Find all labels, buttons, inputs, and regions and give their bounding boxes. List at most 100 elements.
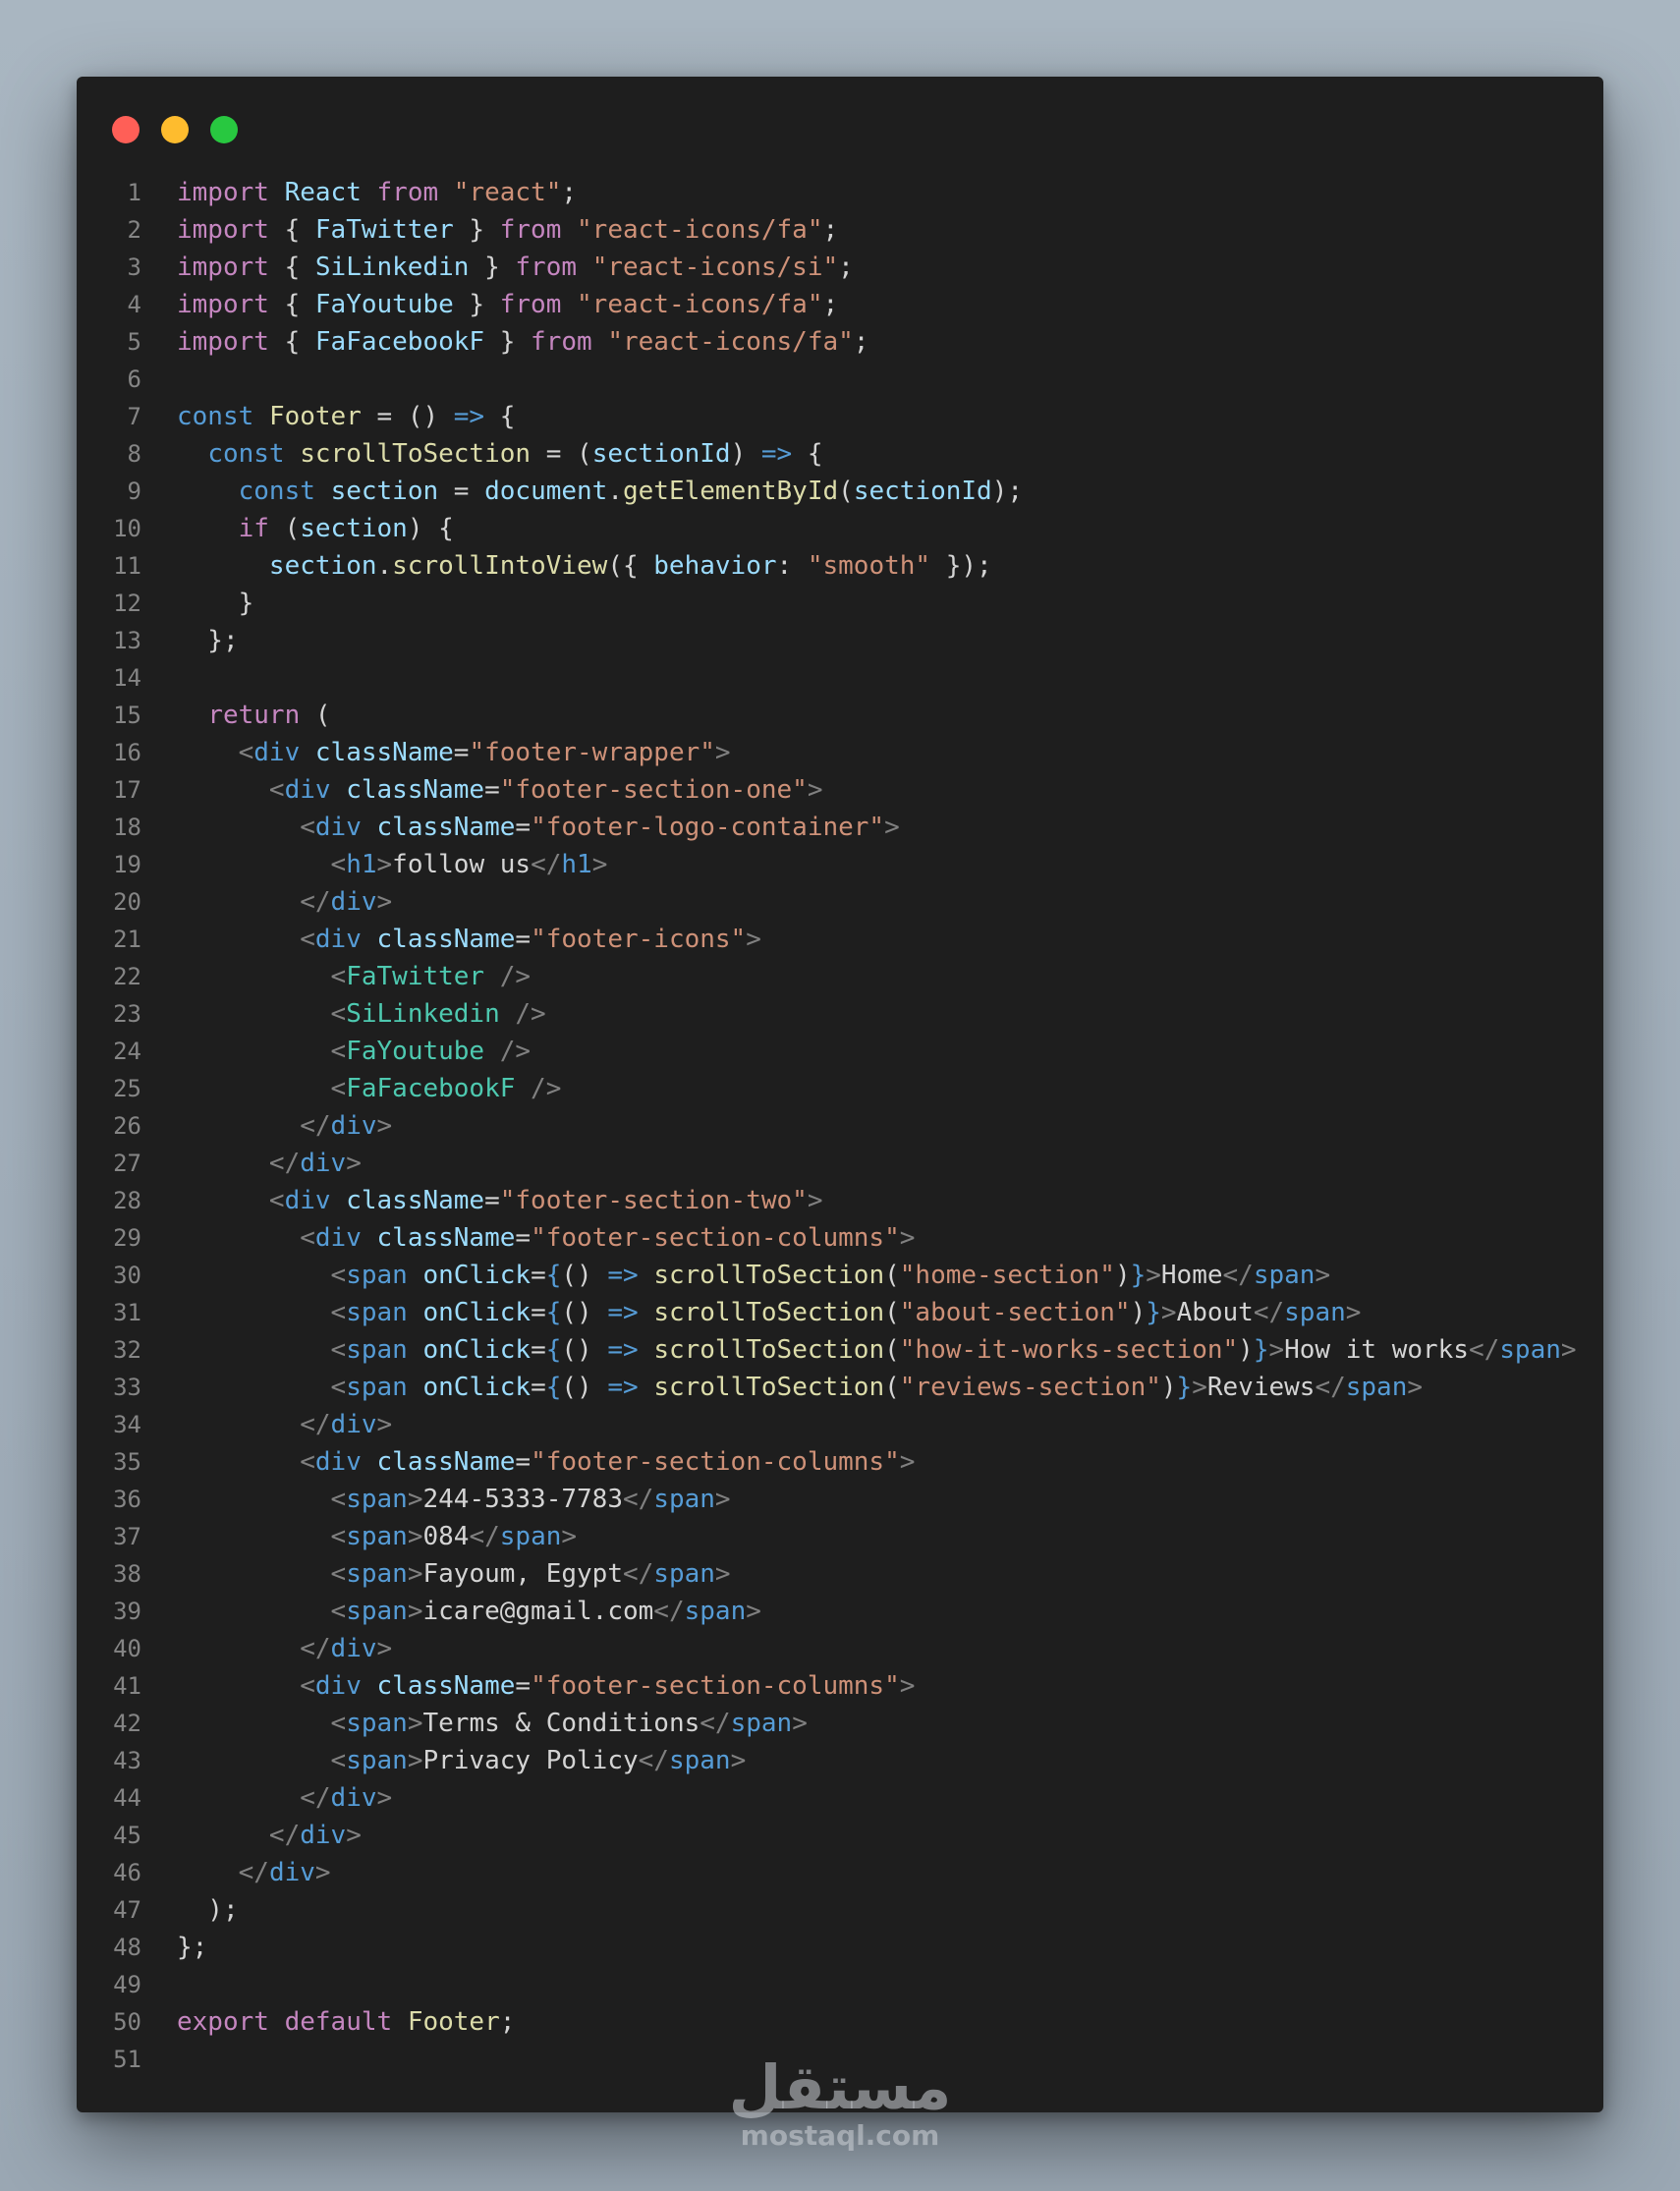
- code-token: div: [314, 1671, 362, 1701]
- code-token: >: [376, 1634, 393, 1663]
- code-token: <: [330, 1597, 347, 1626]
- code-token: FaYoutube: [346, 1037, 485, 1066]
- code-token: div: [314, 813, 362, 842]
- code-token: span: [1284, 1298, 1346, 1327]
- line-number: 12: [113, 590, 141, 617]
- code-token: <: [300, 925, 315, 954]
- code-text: export default Footer;: [177, 2003, 515, 2041]
- minimize-window-icon[interactable]: [161, 116, 189, 143]
- code-token: "reviews-section": [899, 1373, 1161, 1402]
- code-token: "footer-section-columns": [531, 1223, 900, 1253]
- code-text: const section = document.getElementById(…: [177, 473, 1023, 510]
- code-token: h1: [561, 850, 592, 879]
- code-token: span: [346, 1335, 408, 1365]
- code-line: 31 <span onClick={() => scrollToSection(…: [77, 1294, 1603, 1331]
- code-token: >: [407, 1597, 423, 1626]
- code-token: =>: [760, 439, 793, 469]
- code-token: >: [314, 1858, 331, 1887]
- code-token: >: [1345, 1298, 1362, 1327]
- line-number: 17: [113, 776, 141, 804]
- code-text: <span>084</span>: [177, 1518, 578, 1555]
- code-token: >: [899, 1223, 916, 1253]
- close-window-icon[interactable]: [112, 116, 140, 143]
- code-token: span: [346, 1298, 408, 1327]
- code-line: 27 </div>: [77, 1145, 1603, 1182]
- code-token: (: [268, 514, 301, 543]
- code-token: div: [300, 1821, 347, 1850]
- code-token: span: [668, 1746, 731, 1775]
- code-line: 40 </div>: [77, 1630, 1603, 1667]
- code-token: (): [561, 1335, 608, 1365]
- watermark-logo-text: مستقل: [728, 2051, 952, 2123]
- code-token: scrollToSection: [653, 1298, 885, 1327]
- code-token: ): [1130, 1298, 1147, 1327]
- code-token: section: [300, 514, 408, 543]
- code-token: (: [884, 1335, 900, 1365]
- code-token: <: [330, 999, 347, 1029]
- code-text: <div className="footer-section-two">: [177, 1182, 823, 1219]
- code-token: =: [515, 925, 532, 954]
- code-token: }: [484, 327, 532, 357]
- code-token: div: [284, 775, 331, 805]
- code-token: import: [177, 327, 269, 357]
- code-line: 8 const scrollToSection = (sectionId) =>…: [77, 435, 1603, 473]
- code-token: }: [1253, 1335, 1269, 1365]
- code-text: import { FaYoutube } from "react-icons/f…: [177, 286, 838, 323]
- code-token: scrollToSection: [653, 1373, 885, 1402]
- code-editor[interactable]: 1 import React from "react"; 2 import { FaT…: [77, 174, 1603, 2078]
- code-token: .: [376, 551, 393, 581]
- code-line: 49: [77, 1966, 1603, 2003]
- code-line: 30 <span onClick={() => scrollToSection(…: [77, 1257, 1603, 1294]
- line-number: 28: [113, 1187, 141, 1214]
- code-token: =>: [607, 1373, 639, 1402]
- line-number: 14: [113, 664, 141, 692]
- code-token: span: [346, 1597, 408, 1626]
- code-token: </: [1222, 1261, 1254, 1290]
- code-token: <: [330, 962, 347, 991]
- code-token: "footer-section-one": [499, 775, 808, 805]
- code-line: 32 <span onClick={() => scrollToSection(…: [77, 1331, 1603, 1369]
- code-token: sectionId: [853, 477, 992, 506]
- code-token: scrollToSection: [653, 1261, 885, 1290]
- code-line: 46 </div>: [77, 1854, 1603, 1891]
- code-line: 3 import { SiLinkedin } from "react-icons…: [77, 249, 1603, 286]
- code-text: </div>: [177, 883, 392, 921]
- code-token: {: [792, 439, 823, 469]
- code-text: const scrollToSection = (sectionId) => {: [177, 435, 823, 473]
- code-token: className: [376, 925, 516, 954]
- code-token: import: [177, 178, 269, 207]
- code-text: <span onClick={() => scrollToSection("re…: [177, 1369, 1423, 1406]
- code-token: >: [1160, 1298, 1177, 1327]
- code-token: {: [545, 1261, 562, 1290]
- code-token: <: [330, 1074, 347, 1103]
- code-token: <: [238, 738, 254, 767]
- code-token: className: [376, 1447, 516, 1477]
- code-token: );: [177, 1895, 239, 1925]
- code-token: >: [792, 1709, 808, 1738]
- code-line: 33 <span onClick={() => scrollToSection(…: [77, 1369, 1603, 1406]
- code-token: }: [469, 253, 516, 282]
- line-number: 7: [127, 403, 141, 430]
- code-token: "how-it-works-section": [899, 1335, 1239, 1365]
- maximize-window-icon[interactable]: [210, 116, 238, 143]
- code-token: "react": [453, 178, 562, 207]
- code-line: 19 <h1>follow us</h1>: [77, 846, 1603, 883]
- code-token: span: [653, 1559, 715, 1589]
- code-token: {: [545, 1298, 562, 1327]
- code-token: </: [268, 1149, 301, 1178]
- code-token: =: [484, 1186, 500, 1215]
